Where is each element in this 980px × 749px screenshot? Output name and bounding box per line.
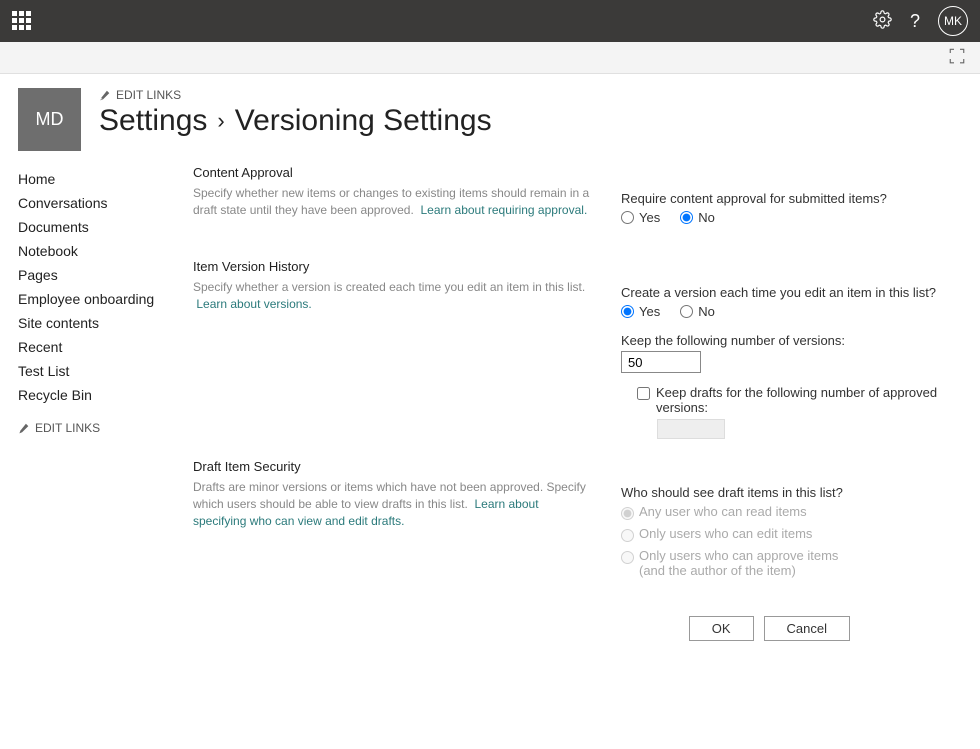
focus-mode-icon[interactable] xyxy=(948,47,966,68)
draft-question: Who should see draft items in this list? xyxy=(621,485,980,500)
breadcrumb-current: Versioning Settings xyxy=(235,104,492,138)
keep-drafts-input-disabled xyxy=(657,419,725,439)
sidebar-item-documents[interactable]: Documents xyxy=(18,215,193,239)
learn-versions-link[interactable]: Learn about versions. xyxy=(196,297,311,311)
ok-button[interactable]: OK xyxy=(689,616,754,641)
avatar[interactable]: MK xyxy=(938,6,968,36)
sidebar-item-site-contents[interactable]: Site contents xyxy=(18,311,193,335)
sidebar-item-recent[interactable]: Recent xyxy=(18,335,193,359)
section-desc-draft: Drafts are minor versions or items which… xyxy=(193,479,591,529)
gear-icon[interactable] xyxy=(873,10,892,32)
breadcrumb-root[interactable]: Settings xyxy=(99,104,207,138)
section-title-history: Item Version History xyxy=(193,259,591,274)
sidebar: Home Conversations Documents Notebook Pa… xyxy=(18,165,193,641)
sidebar-item-employee-onboarding[interactable]: Employee onboarding xyxy=(18,287,193,311)
breadcrumb: Settings › Versioning Settings xyxy=(99,104,980,138)
edit-links-label: EDIT LINKS xyxy=(116,88,181,102)
approval-yes-radio[interactable]: Yes xyxy=(621,210,660,225)
sidebar-item-pages[interactable]: Pages xyxy=(18,263,193,287)
section-title-approval: Content Approval xyxy=(193,165,591,180)
draft-opt2-radio: Only users who can edit items xyxy=(621,526,980,542)
sidebar-item-conversations[interactable]: Conversations xyxy=(18,191,193,215)
draft-opt1-radio: Any user who can read items xyxy=(621,504,980,520)
section-desc-approval: Specify whether new items or changes to … xyxy=(193,185,591,219)
draft-opt3-radio: Only users who can approve items (and th… xyxy=(621,548,980,578)
cancel-button[interactable]: Cancel xyxy=(764,616,850,641)
site-logo[interactable]: MD xyxy=(18,88,81,151)
history-yes-radio[interactable]: Yes xyxy=(621,304,660,319)
keep-drafts-label: Keep drafts for the following number of … xyxy=(656,385,980,415)
sidebar-item-notebook[interactable]: Notebook xyxy=(18,239,193,263)
approval-question: Require content approval for submitted i… xyxy=(621,191,980,206)
chevron-right-icon: › xyxy=(217,108,224,134)
history-question: Create a version each time you edit an i… xyxy=(621,285,980,300)
sidebar-item-home[interactable]: Home xyxy=(18,167,193,191)
keep-drafts-checkbox[interactable] xyxy=(637,387,650,400)
section-desc-history: Specify whether a version is created eac… xyxy=(193,279,591,313)
approval-no-radio[interactable]: No xyxy=(680,210,715,225)
history-no-radio[interactable]: No xyxy=(680,304,715,319)
pencil-icon xyxy=(18,423,29,434)
learn-approval-link[interactable]: Learn about requiring approval. xyxy=(421,203,588,217)
keep-versions-label: Keep the following number of versions: xyxy=(621,333,980,348)
edit-links-bottom-label: EDIT LINKS xyxy=(35,421,100,435)
edit-links-top[interactable]: EDIT LINKS xyxy=(99,88,980,102)
sidebar-item-test-list[interactable]: Test List xyxy=(18,359,193,383)
app-launcher-icon[interactable] xyxy=(12,11,32,31)
keep-versions-input[interactable] xyxy=(621,351,701,373)
edit-links-bottom[interactable]: EDIT LINKS xyxy=(18,421,193,435)
pencil-icon xyxy=(99,90,110,101)
help-icon[interactable]: ? xyxy=(910,11,920,32)
sidebar-item-recycle-bin[interactable]: Recycle Bin xyxy=(18,383,193,407)
section-title-draft: Draft Item Security xyxy=(193,459,591,474)
